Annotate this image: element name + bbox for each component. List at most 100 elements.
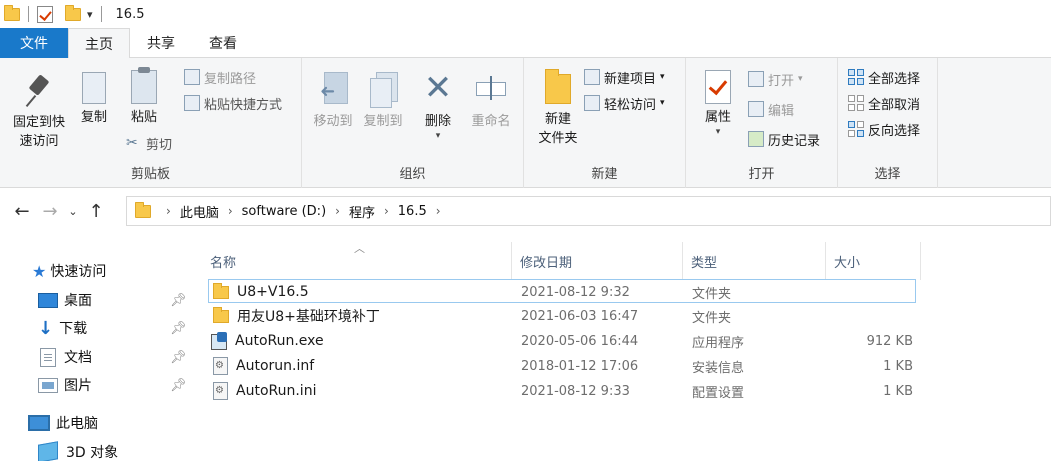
breadcrumb-chevron-icon[interactable]: › xyxy=(166,204,171,218)
paste-shortcut-icon xyxy=(184,95,200,111)
folder-icon xyxy=(135,201,151,218)
file-size: 912 KB xyxy=(866,333,913,349)
sidebar-item-downloads[interactable]: ↓ 下载 📌︎ xyxy=(38,315,198,341)
edit-button[interactable]: 编辑 xyxy=(748,98,794,120)
history-button[interactable]: 历史记录 xyxy=(748,128,820,150)
open-button[interactable]: 打开 ▾ xyxy=(748,68,803,90)
sidebar-item-3d-objects[interactable]: 3D 对象 xyxy=(38,439,118,461)
new-folder-button[interactable]: 新建 文件夹 xyxy=(530,69,586,148)
column-header-type[interactable]: 类型 xyxy=(683,242,826,280)
delete-button[interactable]: ✕ 删除 ▾ xyxy=(418,71,458,141)
copy-button[interactable]: 复制 xyxy=(74,68,114,127)
breadcrumb-programs[interactable]: 程序 xyxy=(349,202,375,221)
file-name: AutoRun.ini xyxy=(236,383,317,399)
chevron-down-icon: ▾ xyxy=(715,127,721,137)
copy-to-button[interactable]: 复制到 xyxy=(358,72,408,131)
file-size: 1 KB xyxy=(883,358,913,374)
properties-label: 属性 xyxy=(704,110,731,125)
file-type: 文件夹 xyxy=(692,286,732,302)
breadcrumb-chevron-icon[interactable]: › xyxy=(228,204,233,218)
sidebar-item-pictures[interactable]: 图片 📌︎ xyxy=(38,372,198,398)
pin-icon[interactable]: 📌︎ xyxy=(170,378,187,393)
sidebar-item-quick-access[interactable]: ★ 快速访问 xyxy=(32,258,106,284)
invert-selection-button[interactable]: 反向选择 xyxy=(848,118,920,140)
customize-toolbar-icon[interactable]: ▾ xyxy=(87,8,93,21)
file-row[interactable]: U8+V16.5 2021-08-12 9:32 文件夹 xyxy=(208,279,916,303)
column-header-size[interactable]: 大小 xyxy=(826,242,921,280)
pin-icon[interactable]: 📌︎ xyxy=(170,321,187,336)
select-group-label: 选择 xyxy=(874,167,901,182)
file-date: 2018-01-12 17:06 xyxy=(521,358,639,374)
up-arrow-icon[interactable]: ↑ xyxy=(82,201,110,222)
tab-home[interactable]: 主页 xyxy=(68,28,130,59)
documents-icon xyxy=(40,347,56,367)
new-folder-label-line2: 文件夹 xyxy=(538,131,578,146)
pin-icon[interactable]: 📌︎ xyxy=(170,293,187,308)
column-header-label: 名称 xyxy=(210,255,237,271)
select-none-button[interactable]: 全部取消 xyxy=(848,92,920,114)
sidebar-item-desktop[interactable]: 桌面 📌︎ xyxy=(38,287,198,313)
column-header-label: 修改日期 xyxy=(520,255,573,271)
file-size xyxy=(829,304,913,328)
rename-button[interactable]: 重命名 xyxy=(464,72,518,131)
column-header-label: 类型 xyxy=(691,255,718,271)
copy-path-button[interactable]: 复制路径 xyxy=(184,66,256,88)
select-all-button[interactable]: 全部选择 xyxy=(848,66,920,88)
pin-label-line1: 固定到快 xyxy=(12,115,65,130)
clipboard-group: 固定到快 速访问 复制 粘贴 复制路径 粘贴快捷方式 ✂ 剪切 剪贴板 xyxy=(0,58,302,188)
sidebar-item-label: 桌面 xyxy=(64,293,92,309)
sidebar-item-this-pc[interactable]: 此电脑 xyxy=(28,410,98,436)
paste-button[interactable]: 粘贴 xyxy=(122,67,166,127)
breadcrumb-chevron-icon[interactable]: › xyxy=(384,204,389,218)
file-row[interactable]: 用友U8+基础环境补丁 2021-06-03 16:47 文件夹 xyxy=(208,304,916,328)
chevron-down-icon: ▾ xyxy=(660,98,665,108)
chevron-down-icon: ▾ xyxy=(435,131,441,141)
tab-file[interactable]: 文件 xyxy=(0,28,68,58)
rename-label: 重命名 xyxy=(471,114,511,129)
new-folder-icon xyxy=(545,69,571,104)
file-name-cell: 用友U8+基础环境补丁 xyxy=(213,304,380,328)
file-row[interactable]: AutoRun.exe 2020-05-06 16:44 应用程序 912 KB xyxy=(208,329,916,353)
new-item-icon xyxy=(584,69,600,85)
column-header-name[interactable]: ︿ 名称 xyxy=(202,242,512,280)
new-item-button[interactable]: 新建项目 ▾ xyxy=(584,66,665,88)
forward-arrow-icon[interactable]: → xyxy=(36,201,64,222)
easy-access-button[interactable]: 轻松访问 ▾ xyxy=(584,92,665,114)
properties-button[interactable]: 属性 ▾ xyxy=(696,70,740,137)
breadcrumb-current[interactable]: 16.5 xyxy=(398,204,427,219)
back-arrow-icon[interactable]: ← xyxy=(8,201,36,222)
move-to-button[interactable]: 移动到 xyxy=(308,72,358,131)
recent-locations-chevron-icon[interactable]: ⌄ xyxy=(64,205,82,218)
file-name: U8+V16.5 xyxy=(237,284,309,300)
tab-view[interactable]: 查看 xyxy=(192,28,254,58)
toolbar-divider xyxy=(28,6,29,22)
file-row[interactable]: AutoRun.ini 2021-08-12 9:33 配置设置 1 KB xyxy=(208,379,916,403)
paste-shortcut-button[interactable]: 粘贴快捷方式 xyxy=(184,92,282,114)
copy-path-label: 复制路径 xyxy=(204,71,257,87)
sort-ascending-icon: ︿ xyxy=(354,242,365,255)
scissors-icon: ✂ xyxy=(126,135,138,151)
breadcrumb-chevron-icon[interactable]: › xyxy=(335,204,340,218)
history-label: 历史记录 xyxy=(768,133,821,149)
address-bar[interactable]: › 此电脑 › software (D:) › 程序 › 16.5 › xyxy=(126,196,1051,226)
pin-to-quick-access-button[interactable]: 固定到快 速访问 xyxy=(6,74,72,151)
folder-icon xyxy=(213,282,229,299)
properties-icon[interactable] xyxy=(37,5,53,23)
cut-button[interactable]: ✂ 剪切 xyxy=(126,132,172,154)
desktop-icon xyxy=(38,292,58,308)
sidebar-item-documents[interactable]: 文档 📌︎ xyxy=(40,344,200,370)
pin-icon[interactable]: 📌︎ xyxy=(170,350,187,365)
breadcrumb-drive[interactable]: software (D:) xyxy=(242,204,327,219)
file-list: ︿ 名称 修改日期 类型 大小 U8+V16.5 2021-08-12 9:32… xyxy=(196,234,1051,461)
chevron-down-icon: ▾ xyxy=(660,72,665,82)
move-to-icon xyxy=(318,72,348,108)
tab-share[interactable]: 共享 xyxy=(130,28,192,58)
breadcrumb-this-pc[interactable]: 此电脑 xyxy=(180,202,219,221)
select-all-label: 全部选择 xyxy=(868,71,921,87)
file-row[interactable]: Autorun.inf 2018-01-12 17:06 安装信息 1 KB xyxy=(208,354,916,378)
new-folder-icon[interactable] xyxy=(65,4,81,21)
clipboard-group-label: 剪贴板 xyxy=(130,167,170,182)
breadcrumb-chevron-icon[interactable]: › xyxy=(436,204,441,218)
copy-path-icon xyxy=(184,69,200,85)
column-header-date[interactable]: 修改日期 xyxy=(512,242,683,280)
